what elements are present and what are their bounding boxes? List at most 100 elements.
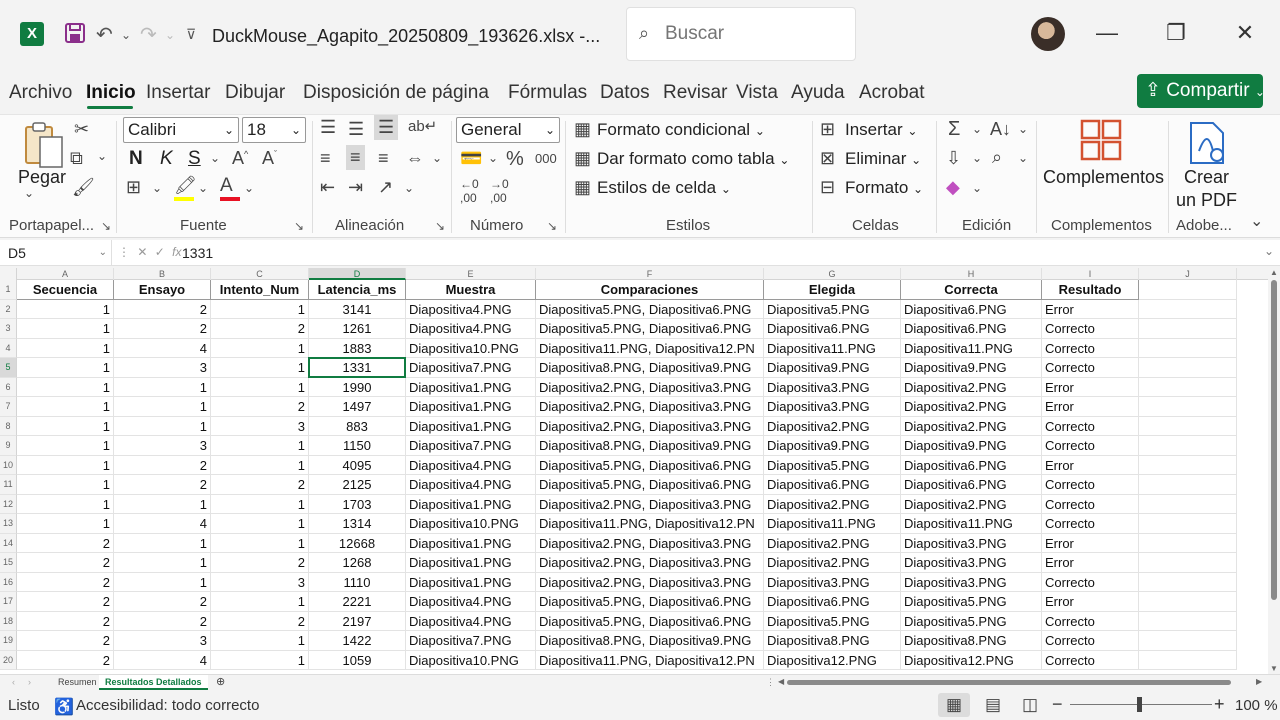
column-header[interactable]: G [764,268,901,280]
table-cell[interactable] [1139,631,1237,651]
merge-dropdown-icon[interactable]: ⌄ [432,151,442,165]
table-cell[interactable]: 1 [211,650,309,670]
table-cell[interactable]: 2 [17,572,114,592]
underline-button[interactable]: S [188,148,201,170]
table-cell[interactable]: 2 [114,299,211,319]
underline-dropdown-icon[interactable]: ⌄ [210,151,220,165]
table-cell[interactable]: 4 [114,650,211,670]
table-cell[interactable]: 2 [114,319,211,339]
row-header[interactable]: 11 [0,475,17,495]
table-cell[interactable] [1139,592,1237,612]
table-cell[interactable]: Diapositiva2.PNG, Diapositiva3.PNG [536,377,764,397]
fill-dropdown-icon[interactable]: ⌄ [972,151,982,165]
next-sheet-icon[interactable]: › [22,675,37,690]
font-color-dropdown-icon[interactable]: ⌄ [244,181,254,195]
table-cell[interactable]: 1 [114,397,211,417]
tab-vista[interactable]: Vista [736,82,778,104]
vertical-scrollbar[interactable]: ▲ ▼ [1268,268,1280,676]
table-cell[interactable] [1139,397,1237,417]
zoom-out-icon[interactable]: − [1052,694,1063,715]
spreadsheet-grid[interactable]: ABCDEFGHIJ 1 Secuencia Ensayo Intento_Num La… [0,268,1268,674]
column-header[interactable]: J [1139,268,1237,280]
undo-icon[interactable]: ↶ [96,22,113,47]
borders-icon[interactable]: ⊞ [126,177,141,198]
table-cell[interactable]: Correcto [1042,631,1139,651]
clipboard-launcher-icon[interactable]: ↘ [101,219,111,233]
table-cell[interactable]: 1 [17,494,114,514]
clear-icon[interactable]: ◆ [946,177,960,198]
table-cell[interactable]: Diapositiva3.PNG [764,572,901,592]
table-cell[interactable]: 4 [114,338,211,358]
table-cell[interactable]: 2197 [309,611,406,631]
row-header[interactable]: 12 [0,494,17,514]
table-cell[interactable]: 1 [114,377,211,397]
table-cell[interactable]: 1 [211,592,309,612]
table-cell[interactable]: Correcto [1042,358,1139,378]
table-cell[interactable]: 1059 [309,650,406,670]
table-cell[interactable]: Diapositiva10.PNG [406,650,536,670]
table-cell[interactable]: Diapositiva2.PNG, Diapositiva3.PNG [536,397,764,417]
pdf-icon[interactable] [1187,121,1227,170]
table-cell[interactable]: Diapositiva5.PNG, Diapositiva6.PNG [536,455,764,475]
insert-cells-button[interactable]: Insertar ⌄ [845,120,917,140]
table-cell[interactable] [1139,514,1237,534]
table-cell[interactable]: Diapositiva2.PNG [901,397,1042,417]
sort-filter-icon[interactable]: A↓ [990,119,1011,140]
comma-style-icon[interactable]: 000 [535,151,557,166]
table-cell[interactable]: Diapositiva3.PNG [764,377,901,397]
scroll-up-icon[interactable]: ▲ [1270,268,1278,277]
accessibility-status[interactable]: Accesibilidad: todo correcto [76,697,259,714]
table-cell[interactable]: Diapositiva3.PNG [901,533,1042,553]
number-format-dropdown[interactable]: General ⌄ [456,117,560,143]
table-cell[interactable] [1139,611,1237,631]
format-as-table-button[interactable]: Dar formato como tabla ⌄ [597,149,789,169]
table-cell[interactable]: Diapositiva5.PNG, Diapositiva6.PNG [536,611,764,631]
scroll-right-icon[interactable]: ▶ [1250,675,1268,690]
normal-view-icon[interactable]: ▦ [938,693,970,717]
sheet-tab-resultados[interactable]: Resultados Detallados [99,675,208,690]
table-cell[interactable]: 1703 [309,494,406,514]
table-cell[interactable]: 1 [17,338,114,358]
table-cell[interactable] [1139,533,1237,553]
table-cell[interactable]: Correcto [1042,436,1139,456]
conditional-format-button[interactable]: Formato condicional ⌄ [597,120,765,140]
table-cell[interactable] [1139,319,1237,339]
table-cell[interactable]: Diapositiva5.PNG, Diapositiva6.PNG [536,475,764,495]
search-input[interactable] [665,20,845,48]
table-cell[interactable]: Diapositiva2.PNG, Diapositiva3.PNG [536,416,764,436]
fill-color-dropdown-icon[interactable]: ⌄ [198,181,208,195]
table-cell[interactable]: 1 [211,631,309,651]
table-cell[interactable]: 2125 [309,475,406,495]
accounting-format-icon[interactable]: 💳 [460,148,482,169]
name-box[interactable]: D5 ⌄ [0,240,112,266]
row-header[interactable]: 1 [0,280,17,300]
fill-color-icon[interactable]: 🖍 [174,175,197,201]
align-left-icon[interactable]: ≡ [320,148,331,169]
decrease-indent-icon[interactable]: ⇤ [320,177,335,198]
expand-formula-icon[interactable]: ⌄ [1264,244,1274,258]
table-cell[interactable]: 4 [114,514,211,534]
table-cell[interactable]: 1 [17,475,114,495]
table-cell[interactable]: Diapositiva6.PNG [764,319,901,339]
table-cell[interactable]: 1 [17,416,114,436]
table-cell[interactable]: Diapositiva9.PNG [764,436,901,456]
vertical-scroll-thumb[interactable] [1271,280,1277,600]
row-header[interactable]: 5 [0,358,17,378]
table-cell[interactable] [1139,280,1237,300]
table-cell[interactable]: Diapositiva2.PNG, Diapositiva3.PNG [536,533,764,553]
table-cell[interactable]: 2 [211,319,309,339]
table-cell[interactable] [1139,650,1237,670]
column-title-cell[interactable]: Latencia_ms [309,280,406,300]
row-header[interactable]: 14 [0,533,17,553]
collapse-ribbon-icon[interactable]: ⌄ [1250,211,1263,231]
sheet-tab-resumen[interactable]: Resumen [52,675,103,690]
align-middle-icon[interactable]: ☰ [348,119,364,140]
table-cell[interactable]: Diapositiva3.PNG [764,397,901,417]
table-cell[interactable]: 2 [211,611,309,631]
row-header[interactable]: 8 [0,416,17,436]
align-top-icon[interactable]: ☰ [320,117,336,138]
table-cell[interactable]: Diapositiva6.PNG [901,475,1042,495]
row-header[interactable]: 20 [0,650,17,670]
table-cell[interactable]: Diapositiva5.PNG, Diapositiva6.PNG [536,299,764,319]
table-cell[interactable]: Diapositiva11.PNG [764,338,901,358]
